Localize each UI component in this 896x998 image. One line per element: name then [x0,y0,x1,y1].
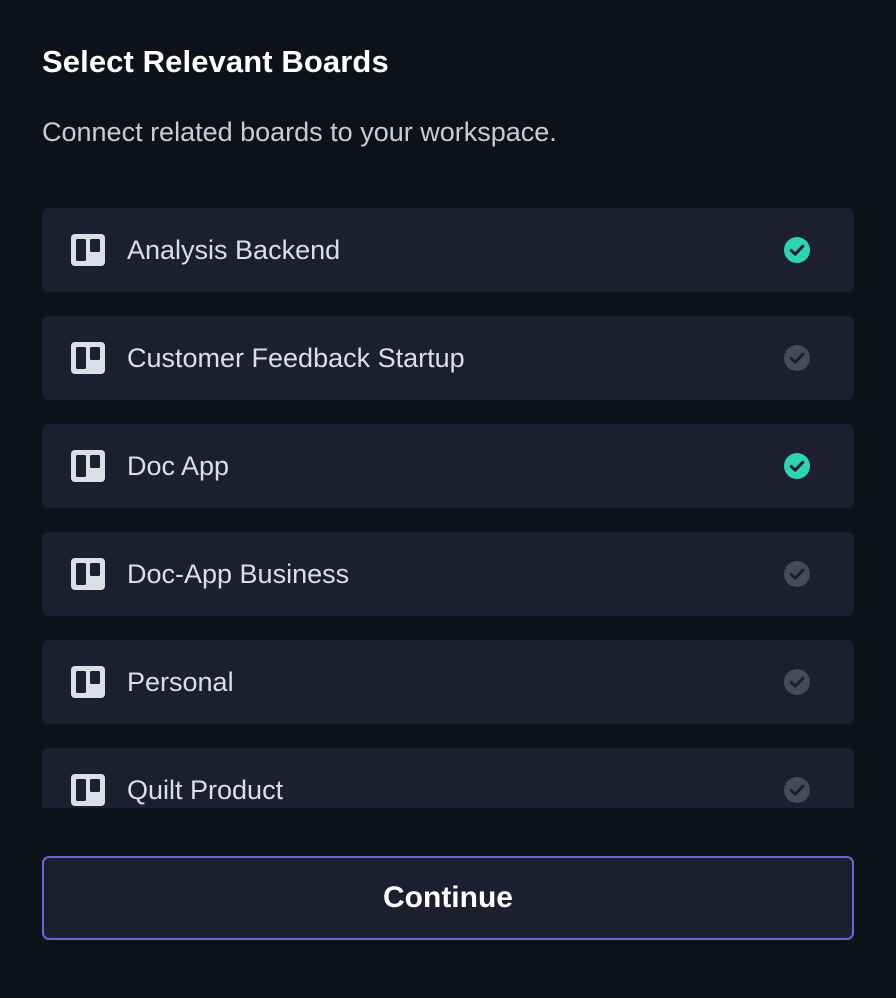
board-label: Doc-App Business [127,559,350,589]
board-icon [71,774,105,806]
check-circle-icon[interactable] [784,345,810,371]
check-circle-icon-selected[interactable] [784,453,810,479]
board-label: Quilt Product [127,775,284,805]
board-label: Customer Feedback Startup [127,343,465,373]
board-icon [71,558,105,590]
board-icon [71,342,105,374]
select-boards-dialog: Select Relevant Boards Connect related b… [0,0,896,998]
board-item-1[interactable]: Customer Feedback Startup [42,316,854,400]
board-item-5[interactable]: Quilt Product [42,748,854,808]
board-icon [71,450,105,482]
check-circle-icon[interactable] [784,669,810,695]
board-item-2[interactable]: Doc App [42,424,854,508]
board-label: Analysis Backend [127,235,341,265]
continue-button[interactable]: Continue [42,856,854,940]
board-item-4[interactable]: Personal [42,640,854,724]
board-icon [71,234,105,266]
check-circle-icon[interactable] [784,777,810,803]
board-label: Doc App [127,451,230,481]
dialog-subtitle: Connect related boards to your workspace… [42,117,557,147]
check-circle-icon[interactable] [784,561,810,587]
board-label: Personal [127,667,234,697]
dialog-title: Select Relevant Boards [42,44,389,79]
check-circle-icon-selected[interactable] [784,237,810,263]
board-item-0[interactable]: Analysis Backend [42,208,854,292]
board-item-3[interactable]: Doc-App Business [42,532,854,616]
board-icon [71,666,105,698]
board-list[interactable]: Analysis Backend Customer Feedback Start… [42,208,854,808]
